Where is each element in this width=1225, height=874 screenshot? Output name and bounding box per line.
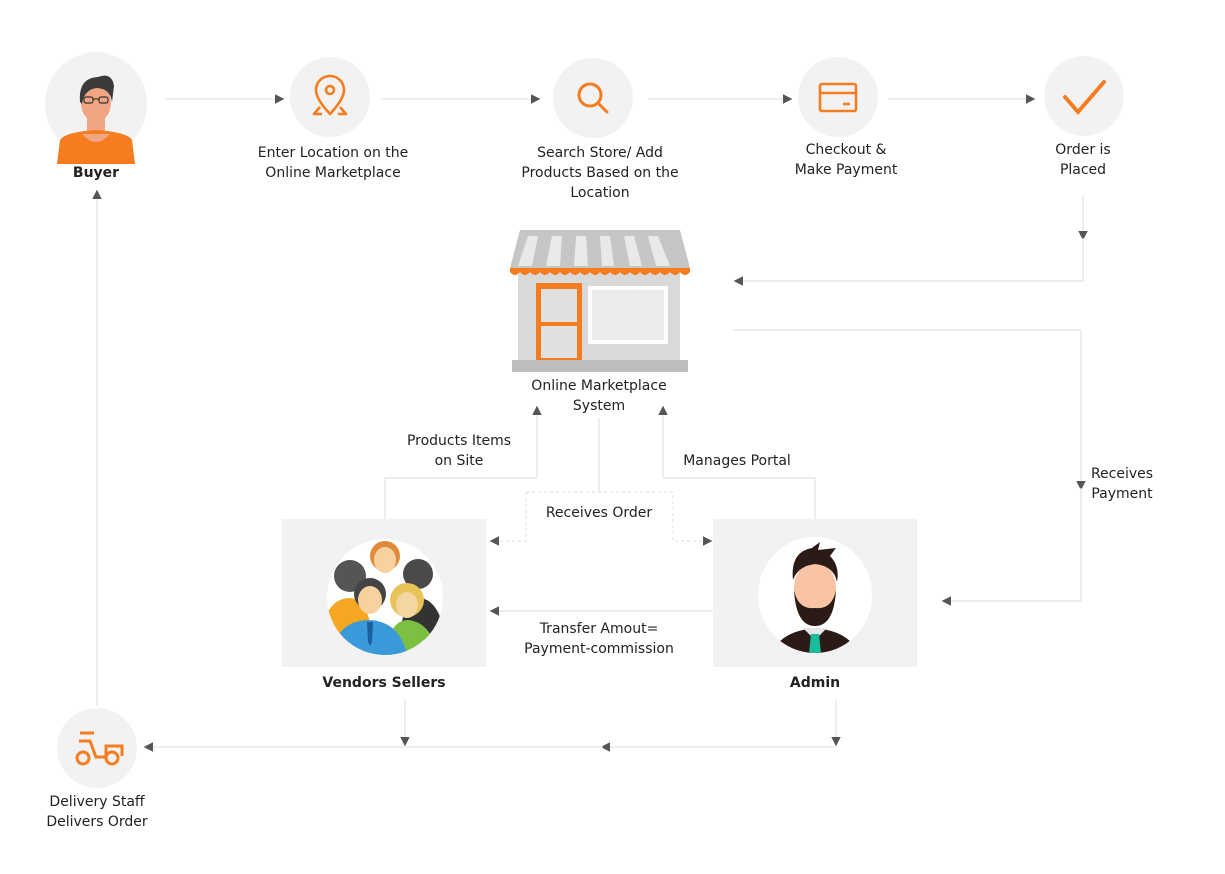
connectors [45, 52, 1124, 788]
receives-payment-label: Receives Payment [1091, 464, 1153, 504]
marketplace-flow-diagram: Buyer Enter Location on the Online Market… [0, 0, 1225, 874]
edge-payment-admin [941, 488, 1082, 606]
label-line: Online Marketplace [531, 378, 667, 394]
admin-label: Admin [789, 675, 841, 691]
label-line: System [572, 398, 626, 414]
label-line: Make Payment [794, 162, 898, 178]
storefront-icon [510, 230, 690, 372]
delivery-label: Delivery Staff Delivers Order [46, 792, 147, 832]
transfer-amount-label: Transfer Amout= Payment-commission [524, 619, 674, 659]
label-line: Payment [1091, 486, 1153, 502]
receives-order-label: Receives Order [545, 505, 653, 521]
manages-portal-label: Manages Portal [683, 453, 791, 469]
label-line: Transfer Amout= [539, 621, 659, 637]
label-line: Delivers Order [46, 814, 148, 830]
search-store-label: Search Store/ Add Products Based on the Lo… [521, 143, 678, 203]
label-line: Online Marketplace [265, 165, 401, 181]
edge-order-marketplace [733, 238, 1084, 286]
label-line: Products Based on the [521, 165, 679, 181]
checkout-label: Checkout & Make Payment [795, 140, 898, 180]
admin-avatar [758, 537, 872, 653]
enter-location-label: Enter Location on the Online Marketplace [258, 143, 409, 183]
order-placed-label: Order is Placed [1055, 140, 1110, 180]
label-line: Products Items [406, 433, 512, 449]
label-line: Receives [1090, 466, 1154, 482]
vendors-group-avatar [327, 539, 443, 655]
vendors-label: Vendors Sellers [322, 675, 446, 691]
label-line: Search Store/ Add [537, 145, 663, 161]
label-line: Location [570, 185, 630, 201]
label-line: Delivery Staff [49, 794, 145, 810]
buyer-label: Buyer [72, 165, 120, 181]
edge-order-vendors [489, 492, 527, 546]
marketplace-label: Online Marketplace System [531, 376, 666, 416]
label-line: Enter Location on the [257, 145, 409, 161]
products-items-label: Products Items on Site [407, 431, 511, 471]
label-line: Payment-commission [524, 641, 674, 657]
label-line: Order is [1055, 142, 1111, 158]
label-line: Placed [1059, 162, 1107, 178]
label-line: Checkout & [805, 142, 887, 158]
label-line: on Site [434, 453, 484, 469]
